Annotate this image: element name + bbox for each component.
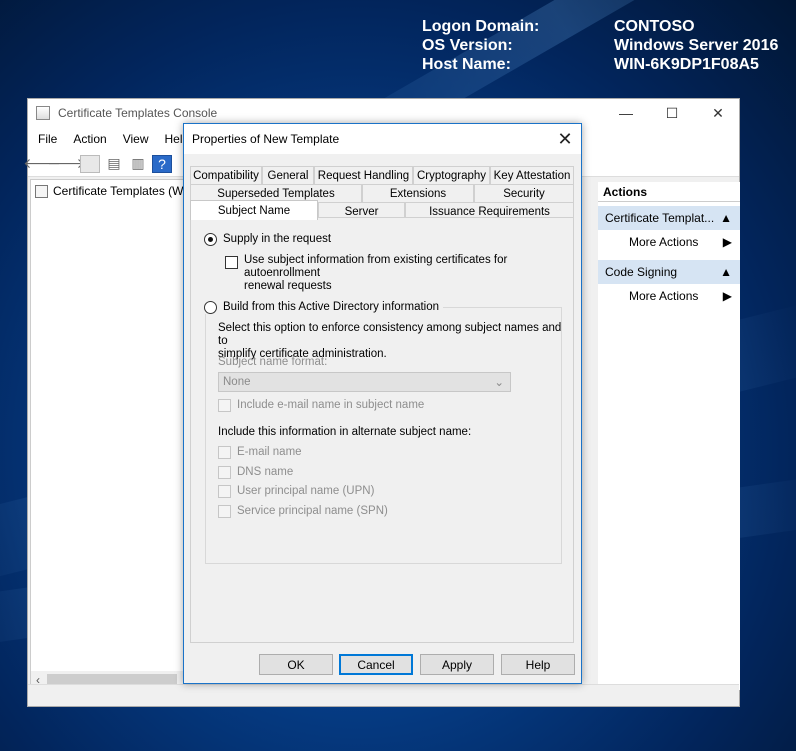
build-from-ad-option[interactable]: Build from this Active Directory informa… (204, 301, 444, 314)
console-tree-pane: Certificate Templates (W ‹ (30, 179, 186, 689)
tree-node-certificate-templates[interactable]: Certificate Templates (W (31, 180, 185, 202)
actions-group-label: Certificate Templat... (605, 211, 715, 225)
alt-dns-checkbox[interactable] (218, 466, 231, 479)
build-description-line1: Select this option to enforce consistenc… (218, 322, 562, 347)
alt-spn-label: Service principal name (SPN) (237, 505, 388, 517)
tab-extensions[interactable]: Extensions (362, 184, 474, 202)
tab-row: Compatibility General Request Handling C… (190, 166, 574, 184)
use-subject-info-checkbox[interactable] (225, 256, 238, 269)
help-icon[interactable]: ? (152, 154, 172, 173)
console-statusbar (28, 684, 739, 706)
tab-key-attestation[interactable]: Key Attestation (490, 166, 574, 184)
build-from-ad-label: Build from this Active Directory informa… (223, 301, 440, 313)
show-tree-icon[interactable] (80, 154, 100, 173)
apply-button[interactable]: Apply (420, 654, 494, 675)
use-subject-info-line2: renewal requests (244, 280, 332, 292)
alt-upn-checkbox[interactable] (218, 485, 231, 498)
dialog-titlebar[interactable]: Properties of New Template ✕ (184, 124, 581, 154)
tab-compatibility[interactable]: Compatibility (190, 166, 262, 184)
bginfo-overlay: Logon Domain: CONTOSO OS Version: Windows … (422, 17, 778, 74)
alt-subject-label: Include this information in alternate su… (218, 426, 472, 438)
certificate-templates-icon (35, 184, 48, 198)
collapse-up-icon[interactable]: ▲ (720, 211, 732, 225)
property-tabs: Compatibility General Request Handling C… (190, 166, 574, 220)
actions-group-code-signing[interactable]: Code Signing ▲ (598, 260, 740, 284)
use-subject-info-line1: Use subject information from existing ce… (244, 254, 508, 279)
menu-file[interactable]: File (30, 132, 65, 146)
alt-email-option[interactable]: E-mail name (218, 446, 302, 459)
console-title: Certificate Templates Console (58, 106, 218, 120)
actions-pane: Actions Certificate Templat... ▲ More Ac… (598, 182, 740, 690)
subject-name-content: Supply in the request Use subject inform… (191, 218, 573, 642)
close-button[interactable]: ✕ (695, 99, 741, 127)
tree-node-label: Certificate Templates (W (53, 184, 184, 198)
bginfo-value: Windows Server 2016 (614, 37, 779, 54)
actions-header: Actions (598, 182, 740, 202)
console-app-icon (36, 106, 50, 120)
tab-request-handling[interactable]: Request Handling (314, 166, 413, 184)
build-from-ad-radio[interactable] (204, 301, 217, 314)
minimize-button[interactable]: — (603, 99, 649, 127)
menu-view[interactable]: View (115, 132, 157, 146)
use-subject-info-option[interactable]: Use subject information from existing ce… (225, 254, 573, 293)
cancel-button[interactable]: Cancel (339, 654, 413, 675)
tab-subject-name[interactable]: Subject Name (190, 200, 318, 220)
submenu-arrow-icon: ▶ (722, 235, 732, 249)
submenu-arrow-icon: ▶ (722, 289, 732, 303)
properties-dialog: Properties of New Template ✕ Compatibili… (183, 123, 582, 684)
use-subject-info-label: Use subject information from existing ce… (244, 254, 573, 293)
bginfo-value: WIN-6K9DP1F08A5 (614, 56, 759, 73)
bginfo-label: Host Name: (422, 56, 511, 73)
subject-format-select[interactable]: None ⌄ (218, 372, 511, 392)
subject-format-label: Subject name format: (218, 356, 328, 368)
alt-email-label: E-mail name (237, 446, 302, 458)
actions-group-certificate-templates[interactable]: Certificate Templat... ▲ (598, 206, 740, 230)
collapse-up-icon[interactable]: ▲ (720, 265, 732, 279)
alt-upn-option[interactable]: User principal name (UPN) (218, 485, 374, 498)
bginfo-row: Host Name: WIN-6K9DP1F08A5 (422, 55, 778, 74)
tab-cryptography[interactable]: Cryptography (413, 166, 490, 184)
actions-group-label: Code Signing (605, 265, 678, 279)
alt-email-checkbox[interactable] (218, 446, 231, 459)
bginfo-row: OS Version: Windows Server 2016 (422, 36, 778, 55)
include-email-label: Include e-mail name in subject name (237, 399, 425, 411)
dialog-close-icon[interactable]: ✕ (549, 124, 581, 154)
maximize-button[interactable]: ☐ (649, 99, 695, 127)
help-button[interactable]: Help (501, 654, 575, 675)
more-actions-label: More Actions (629, 289, 699, 303)
more-actions-item[interactable]: More Actions ▶ (598, 284, 740, 308)
tab-general[interactable]: General (262, 166, 314, 184)
ok-button[interactable]: OK (259, 654, 333, 675)
supply-in-request-option[interactable]: Supply in the request (204, 233, 331, 246)
alt-dns-label: DNS name (237, 466, 294, 478)
include-email-option[interactable]: Include e-mail name in subject name (218, 399, 424, 412)
more-actions-label: More Actions (629, 235, 699, 249)
properties-icon[interactable]: ▤ (104, 155, 124, 173)
tab-security[interactable]: Security (474, 184, 574, 202)
supply-in-request-label: Supply in the request (223, 233, 332, 245)
chevron-down-icon: ⌄ (494, 377, 504, 389)
subject-format-value: None (223, 376, 251, 388)
export-list-icon[interactable]: ▥ (128, 155, 148, 173)
dialog-title: Properties of New Template (192, 132, 340, 146)
bginfo-value: CONTOSO (614, 18, 695, 35)
alt-spn-checkbox[interactable] (218, 505, 231, 518)
supply-in-request-radio[interactable] (204, 233, 217, 246)
alt-spn-option[interactable]: Service principal name (SPN) (218, 505, 388, 518)
include-email-checkbox[interactable] (218, 399, 231, 412)
subject-name-panel: Supply in the request Use subject inform… (190, 217, 574, 643)
alt-upn-label: User principal name (UPN) (237, 485, 375, 497)
bginfo-label: Logon Domain: (422, 18, 540, 35)
alt-dns-option[interactable]: DNS name (218, 466, 293, 479)
bginfo-row: Logon Domain: CONTOSO (422, 17, 778, 36)
forward-arrow-icon[interactable]: 🡒 (47, 155, 85, 173)
more-actions-item[interactable]: More Actions ▶ (598, 230, 740, 254)
bginfo-label: OS Version: (422, 37, 513, 54)
menu-action[interactable]: Action (65, 132, 114, 146)
